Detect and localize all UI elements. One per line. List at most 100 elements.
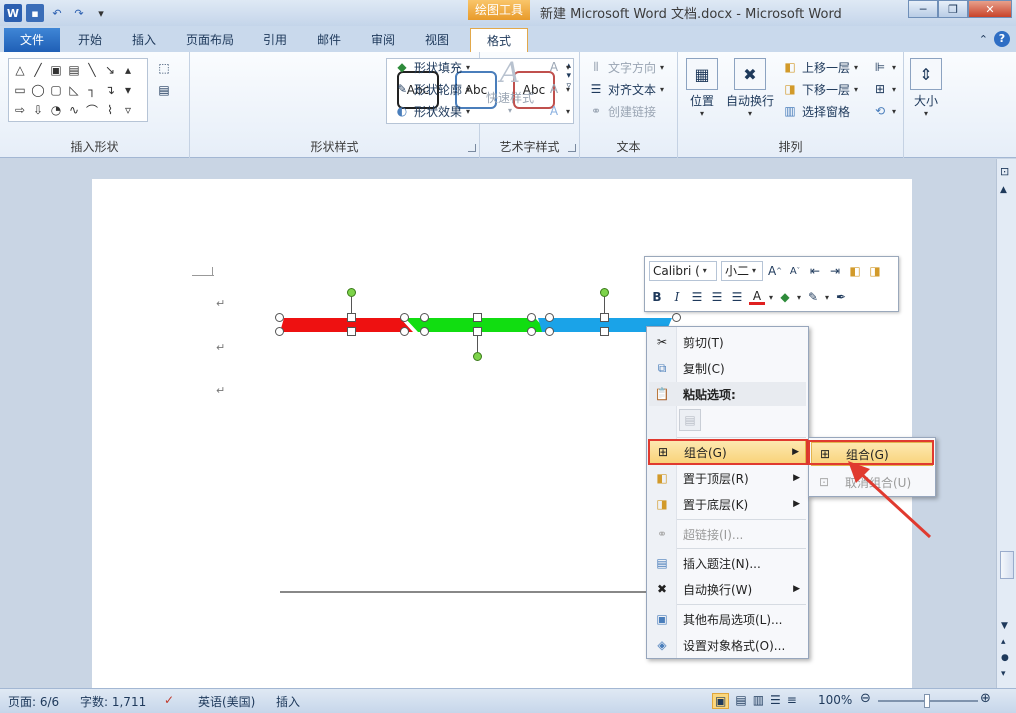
rounded-rect-icon[interactable]: ▢ bbox=[47, 81, 65, 99]
tab-review[interactable]: 审阅 bbox=[359, 28, 407, 52]
right-arrow-shape-icon[interactable]: ⇨ bbox=[11, 101, 29, 119]
font-size-select[interactable]: 小二 ▾ bbox=[721, 261, 763, 281]
rotate-handle[interactable] bbox=[600, 288, 609, 297]
word-icon[interactable]: W bbox=[4, 4, 22, 22]
zoom-in-icon[interactable]: ⊕ bbox=[980, 691, 991, 706]
tab-file[interactable]: 文件 bbox=[4, 28, 60, 52]
resize-handle[interactable] bbox=[473, 327, 482, 336]
customize-qat-icon[interactable]: ▾ bbox=[92, 4, 110, 22]
more-shapes-icon[interactable]: ▴ bbox=[119, 61, 137, 79]
ruler-toggle-icon[interactable]: ⊡ bbox=[1000, 165, 1009, 178]
arrow-line-icon[interactable]: ↘ bbox=[101, 61, 119, 79]
menu-item-cut[interactable]: ✂ 剪切(T) bbox=[649, 330, 806, 354]
increase-indent-icon[interactable]: ⇥ bbox=[827, 263, 843, 279]
close-button[interactable]: ✕ bbox=[968, 0, 1012, 18]
menu-item-bring-to-front[interactable]: ◧ 置于顶层(R) ▶ bbox=[649, 466, 806, 490]
dialog-launcher-icon[interactable] bbox=[468, 144, 476, 152]
resize-handle[interactable] bbox=[600, 327, 609, 336]
send-back-icon[interactable]: ◨ bbox=[867, 263, 883, 279]
zoom-slider-thumb[interactable] bbox=[924, 694, 930, 708]
zoom-out-icon[interactable]: ⊖ bbox=[860, 691, 871, 706]
tab-references[interactable]: 引用 bbox=[251, 28, 299, 52]
align-left-icon[interactable]: ☰ bbox=[689, 289, 705, 305]
rectangle-shape-icon[interactable]: ▭ bbox=[11, 81, 29, 99]
draw-textbox-icon[interactable]: ▤ bbox=[156, 82, 172, 98]
decrease-indent-icon[interactable]: ⇤ bbox=[807, 263, 823, 279]
shape-outline-icon[interactable]: ✎ bbox=[805, 289, 821, 305]
align-text-button[interactable]: ☰ 对齐文本 ▾ bbox=[588, 78, 664, 100]
align-button[interactable]: ⊫ ▾ bbox=[872, 56, 896, 78]
full-screen-icon[interactable]: ▤ bbox=[735, 693, 746, 709]
shape-effects-button[interactable]: ◐ 形状效果 ▾ bbox=[394, 100, 470, 122]
text-outline-button[interactable]: A ▾ bbox=[546, 78, 570, 100]
minimize-button[interactable]: ─ bbox=[908, 0, 938, 18]
tab-home[interactable]: 开始 bbox=[66, 28, 114, 52]
menu-item-copy[interactable]: ⧉ 复制(C) bbox=[649, 356, 806, 380]
italic-icon[interactable]: I bbox=[669, 289, 685, 305]
curve-shape-icon[interactable]: ∿ bbox=[65, 101, 83, 119]
insert-mode-indicator[interactable]: 插入 bbox=[276, 693, 300, 710]
align-center-icon[interactable]: ☰ bbox=[709, 289, 725, 305]
text-effects-button[interactable]: A ▾ bbox=[546, 100, 570, 122]
language-indicator[interactable]: 英语(美国) bbox=[198, 693, 255, 710]
resize-handle[interactable] bbox=[473, 313, 482, 322]
shape-fill-icon[interactable]: ◆ bbox=[777, 289, 793, 305]
menu-item-more-layout[interactable]: ▣ 其他布局选项(L)... bbox=[649, 607, 806, 631]
menu-item-insert-caption[interactable]: ▤ 插入题注(N)... bbox=[649, 551, 806, 575]
resize-handle[interactable] bbox=[420, 327, 429, 336]
dialog-launcher-icon[interactable] bbox=[568, 144, 576, 152]
undo-icon[interactable]: ↶ bbox=[48, 4, 66, 22]
web-layout-icon[interactable]: ▥ bbox=[753, 693, 764, 709]
scroll-down-icon[interactable]: ▾ bbox=[119, 81, 137, 99]
bring-front-icon[interactable]: ◧ bbox=[847, 263, 863, 279]
bold-icon[interactable]: B bbox=[649, 289, 665, 305]
wrap-text-ribbon-button[interactable]: ✖ 自动换行 ▾ bbox=[726, 58, 774, 118]
oval-shape-icon[interactable]: ◯ bbox=[29, 81, 47, 99]
edit-shape-icon[interactable]: ⬚ bbox=[156, 60, 172, 76]
rotate-handle[interactable] bbox=[347, 288, 356, 297]
prev-page-icon[interactable]: ▴ bbox=[1001, 637, 1006, 647]
quick-styles-button[interactable]: A 快速样式 ▾ bbox=[486, 56, 534, 115]
rotate-handle[interactable] bbox=[473, 352, 482, 361]
save-icon[interactable]: ▪ bbox=[26, 4, 44, 22]
browse-object-icon[interactable]: ● bbox=[1001, 653, 1009, 663]
font-name-select[interactable]: Calibri (▾ bbox=[649, 261, 717, 281]
proofing-icon[interactable]: ✓ bbox=[164, 693, 174, 707]
line-shape-icon[interactable]: ╱ bbox=[29, 61, 47, 79]
page-count[interactable]: 页面: 6/6 bbox=[8, 693, 59, 710]
text-fill-button[interactable]: A ▾ bbox=[546, 56, 570, 78]
callout-shape-icon[interactable]: ◔ bbox=[47, 101, 65, 119]
redo-icon[interactable]: ↷ bbox=[70, 4, 88, 22]
resize-handle[interactable] bbox=[527, 327, 536, 336]
rotate-button[interactable]: ⟲ ▾ bbox=[872, 100, 896, 122]
paste-option-icon[interactable]: ▤ bbox=[679, 409, 701, 431]
elbow-connector-icon[interactable]: ┐ bbox=[83, 81, 101, 99]
drawing-canvas[interactable] bbox=[280, 329, 650, 593]
zoom-level[interactable]: 100% bbox=[818, 693, 852, 707]
outline-icon[interactable]: ☰ bbox=[770, 693, 781, 709]
resize-handle[interactable] bbox=[347, 327, 356, 336]
create-link-button[interactable]: ⚭ 创建链接 bbox=[588, 100, 664, 122]
resize-handle[interactable] bbox=[400, 313, 409, 322]
tab-insert[interactable]: 插入 bbox=[120, 28, 168, 52]
resize-handle[interactable] bbox=[545, 313, 554, 322]
bring-forward-button[interactable]: ◧ 上移一层 ▾ bbox=[782, 56, 858, 78]
format-painter-icon[interactable]: ✒ bbox=[833, 289, 849, 305]
group-ribbon-button[interactable]: ⊞ ▾ bbox=[872, 78, 896, 100]
scroll-thumb[interactable] bbox=[1000, 551, 1014, 579]
gallery-expand-icon[interactable]: ▿ bbox=[119, 101, 137, 119]
shape-fill-button[interactable]: ◆ 形状填充 ▾ bbox=[394, 56, 470, 78]
freeform-shape-icon[interactable]: ⌇ bbox=[101, 101, 119, 119]
menu-item-send-to-back[interactable]: ◨ 置于底层(K) ▶ bbox=[649, 492, 806, 516]
resize-handle[interactable] bbox=[527, 313, 536, 322]
scroll-up-icon[interactable]: ▲ bbox=[1000, 185, 1007, 195]
menu-item-wrap-text[interactable]: ✖ 自动换行(W) ▶ bbox=[649, 577, 806, 601]
font-color-icon[interactable]: A bbox=[749, 289, 765, 305]
tab-page-layout[interactable]: 页面布局 bbox=[174, 28, 246, 52]
restore-button[interactable]: ❐ bbox=[938, 0, 968, 18]
diagonal-line-icon[interactable]: ╲ bbox=[83, 61, 101, 79]
align-right-icon[interactable]: ☰ bbox=[729, 289, 745, 305]
grow-font-icon[interactable]: A ^ bbox=[767, 263, 783, 279]
word-count[interactable]: 字数: 1,711 bbox=[80, 693, 146, 710]
draft-icon[interactable]: ≡ bbox=[787, 693, 797, 709]
